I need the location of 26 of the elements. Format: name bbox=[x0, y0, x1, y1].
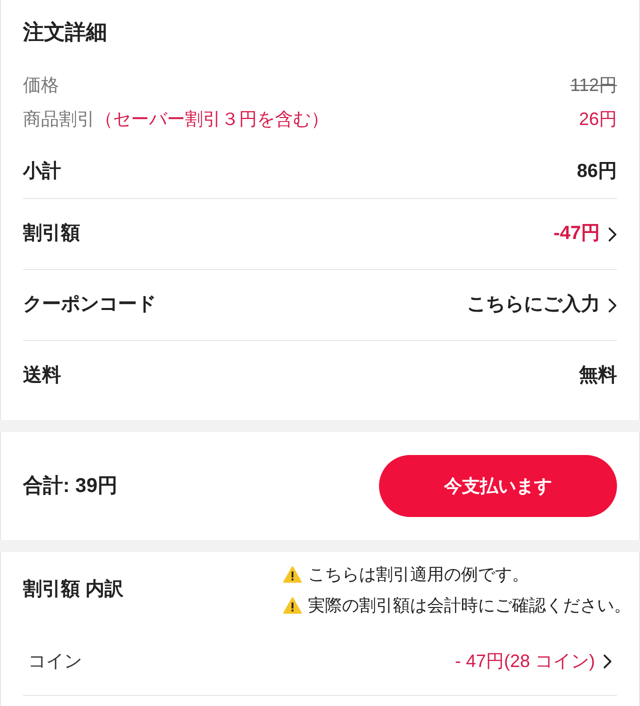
total-amount: 合計: 39円 bbox=[23, 474, 118, 499]
price-value: 26円 bbox=[578, 108, 617, 130]
breakdown-value: - 47円(28 コイン) bbox=[454, 650, 595, 673]
chevron-right-icon bbox=[603, 654, 612, 669]
pay-button[interactable]: 今支払います bbox=[379, 455, 617, 517]
summary-value: 86円 bbox=[576, 160, 617, 184]
summary-label: 送料 bbox=[23, 364, 61, 388]
summary-value: こちらにご入力 bbox=[467, 292, 600, 317]
summary-value: 無料 bbox=[579, 364, 617, 388]
warning-icon bbox=[283, 597, 302, 614]
section-title: 注文詳細 bbox=[23, 20, 108, 46]
summary-value: -47円 bbox=[554, 222, 600, 246]
chevron-right-icon bbox=[608, 226, 617, 242]
summary-label: クーポンコード bbox=[23, 292, 156, 317]
chevron-right-icon bbox=[608, 298, 617, 312]
warning-text: 実際の割引額は会計時にご確認ください。 bbox=[308, 595, 631, 617]
price-label: 商品割引 bbox=[23, 108, 95, 130]
warning-text: こちらは割引適用の例です。 bbox=[308, 564, 529, 586]
price-label: 価格 bbox=[23, 74, 59, 96]
breakdown-label: コイン bbox=[28, 650, 82, 673]
summary-label: 割引額 bbox=[23, 222, 80, 246]
price-value: 112円 bbox=[570, 74, 617, 96]
discount-note: （セーバー割引３円を含む） bbox=[95, 108, 329, 130]
breakdown-title: 割引額 内訳 bbox=[23, 578, 124, 602]
warning-icon bbox=[283, 566, 302, 583]
summary-label: 小計 bbox=[23, 160, 61, 184]
